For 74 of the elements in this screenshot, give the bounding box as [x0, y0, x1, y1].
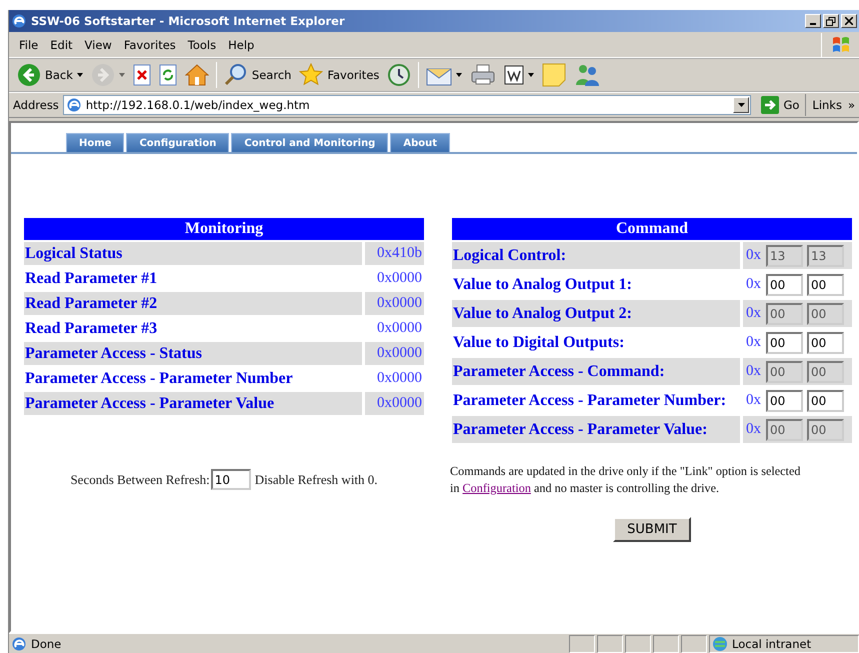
- globe-e-icon: [11, 636, 27, 652]
- close-button[interactable]: [841, 14, 857, 28]
- hex-input[interactable]: 00: [766, 332, 803, 354]
- nav-tab[interactable]: Home: [66, 133, 124, 152]
- document-icon[interactable]: [504, 65, 524, 85]
- row-label: Read Parameter #2: [24, 292, 362, 315]
- globe-e-icon: [66, 97, 82, 113]
- hex-prefix: 0x: [746, 334, 761, 350]
- nav-tab[interactable]: About: [390, 133, 450, 152]
- row-label: Parameter Access - Parameter Value:: [452, 416, 740, 443]
- links-button[interactable]: Links »: [810, 98, 855, 112]
- menu-item[interactable]: Tools: [182, 38, 222, 52]
- menu-item[interactable]: View: [78, 38, 118, 52]
- caret-icon[interactable]: [456, 73, 462, 77]
- refresh-note: Disable Refresh with 0.: [254, 472, 378, 488]
- minimize-button[interactable]: [805, 14, 821, 28]
- command-note: Commands are updated in the drive only if the "Link" option is selected in Configuration and no master is controlling the drive.: [450, 463, 802, 497]
- window-title: SSW-06 Softstarter - Microsoft Internet Explorer: [31, 14, 346, 28]
- row-label: Value to Analog Output 2:: [452, 300, 740, 327]
- refresh-page-icon[interactable]: [158, 64, 177, 86]
- monitoring-header: Monitoring: [24, 218, 424, 240]
- hex-input[interactable]: 00: [807, 274, 844, 296]
- nav-tab[interactable]: Configuration: [126, 133, 230, 152]
- status-text: Done: [31, 636, 62, 650]
- row-value: 0x0000: [362, 292, 424, 315]
- menu-item[interactable]: Edit: [44, 38, 79, 52]
- submit-button[interactable]: SUBMIT: [613, 517, 691, 542]
- row-label: Parameter Access - Status: [24, 342, 362, 365]
- globe-e-icon: [11, 13, 27, 29]
- hex-input[interactable]: 00: [766, 274, 803, 296]
- caret-icon[interactable]: [76, 73, 83, 77]
- hex-prefix: 0x: [746, 305, 761, 321]
- hex-prefix: 0x: [746, 421, 761, 437]
- command-header: Command: [452, 218, 852, 240]
- window-flag-icon: [830, 34, 850, 54]
- search-button[interactable]: Search: [220, 60, 296, 90]
- zone-indicator: Local intranet: [709, 634, 859, 652]
- menu-item[interactable]: Favorites: [118, 38, 182, 52]
- restore-icon: [826, 16, 836, 26]
- chevron[interactable]: »: [848, 98, 855, 112]
- hex-prefix: 0x: [746, 247, 761, 263]
- stop-page-icon[interactable]: [132, 64, 151, 86]
- row-label: Logical Status: [24, 242, 362, 265]
- caret-icon: [738, 103, 745, 107]
- star-icon[interactable]: [299, 63, 324, 87]
- search-icon[interactable]: [224, 63, 248, 87]
- address-label: Address: [13, 98, 59, 112]
- row-value: 0x410b: [362, 242, 424, 265]
- go-button[interactable]: Go: [755, 94, 806, 116]
- refresh-label: Seconds Between Refresh:: [70, 472, 210, 488]
- back-button[interactable]: Back: [13, 60, 87, 90]
- dropdown-button[interactable]: [733, 97, 750, 113]
- close-icon: [845, 17, 853, 25]
- favorites-button[interactable]: Favorites: [295, 60, 384, 90]
- caret-icon[interactable]: [528, 73, 534, 77]
- hex-prefix: 0x: [746, 363, 761, 379]
- restore-button[interactable]: [823, 14, 839, 28]
- menu-item[interactable]: File: [13, 38, 44, 52]
- hex-input[interactable]: 00: [807, 332, 844, 354]
- refresh-input[interactable]: 10: [210, 469, 251, 490]
- hex-prefix: 0x: [746, 392, 761, 408]
- row-label: Parameter Access - Parameter Value: [24, 392, 362, 415]
- hex-prefix: 0x: [746, 276, 761, 292]
- address-field[interactable]: http://192.168.0.1/web/index_weg.htm: [62, 95, 752, 115]
- row-value: 0x0000: [362, 392, 424, 415]
- nav-tab[interactable]: Control and Monitoring: [231, 133, 388, 152]
- configuration-link[interactable]: Configuration: [462, 481, 531, 495]
- hex-input[interactable]: 00: [807, 390, 844, 412]
- row-label: Parameter Access - Command:: [452, 358, 740, 385]
- hex-input[interactable]: 00: [766, 390, 803, 412]
- row-label: Logical Control:: [452, 242, 740, 269]
- menu-item[interactable]: Help: [222, 38, 260, 52]
- row-value: 0x0000: [362, 342, 424, 365]
- network-globe-icon: [712, 636, 728, 652]
